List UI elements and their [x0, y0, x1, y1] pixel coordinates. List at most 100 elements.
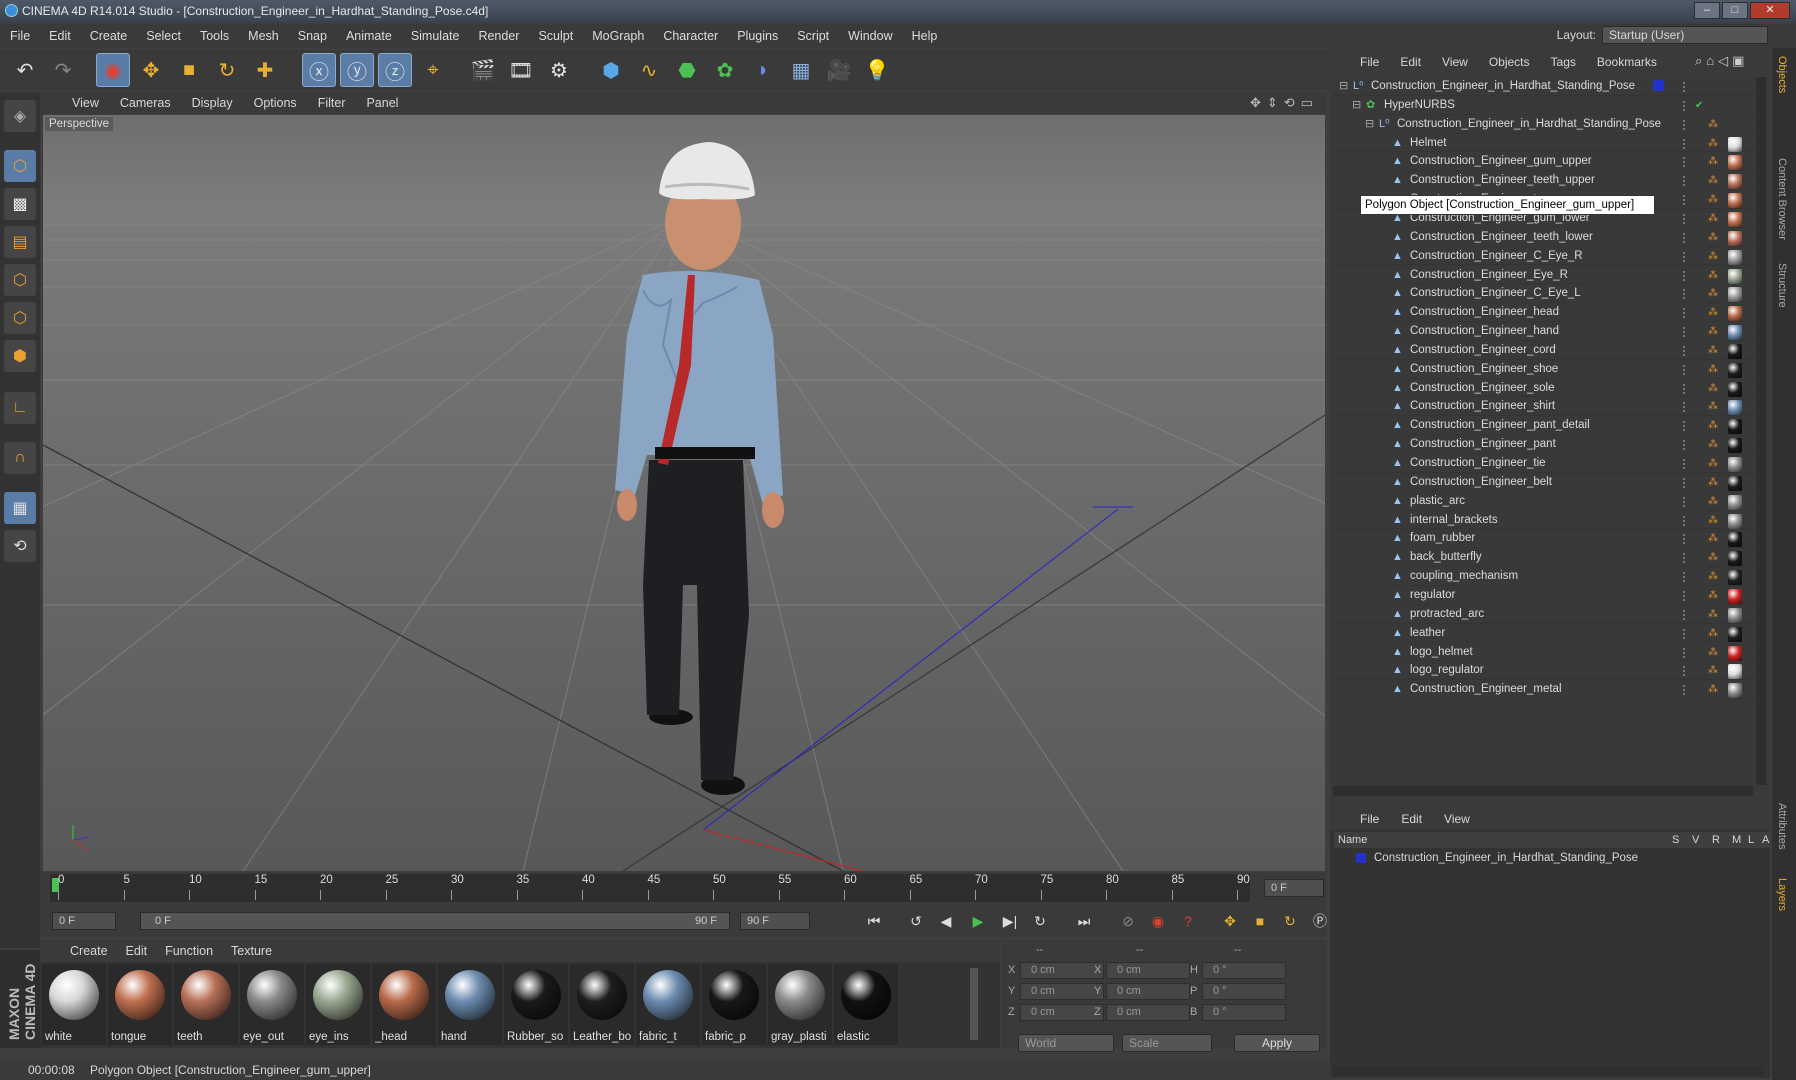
- material-tag-icon[interactable]: [1728, 306, 1742, 322]
- mat-menu-function[interactable]: Function: [165, 944, 213, 958]
- material-swatch[interactable]: teeth: [174, 964, 238, 1045]
- tab-layers[interactable]: Layers: [1776, 878, 1788, 911]
- menu-window[interactable]: Window: [848, 29, 892, 43]
- visibility-dots[interactable]: [1683, 270, 1689, 281]
- tab-structure[interactable]: Structure: [1776, 263, 1788, 308]
- menu-simulate[interactable]: Simulate: [411, 29, 460, 43]
- coord-value-field[interactable]: 0 °: [1202, 962, 1286, 979]
- visibility-dots[interactable]: [1683, 628, 1689, 639]
- model-mode-icon[interactable]: ⬡: [4, 150, 36, 182]
- visibility-dots[interactable]: [1683, 345, 1689, 356]
- visibility-dots[interactable]: [1683, 647, 1689, 658]
- phong-tag-icon[interactable]: ⁂: [1708, 270, 1718, 281]
- object-row[interactable]: ▲ Construction_Engineer_C_Eye_L ⁂: [1333, 284, 1765, 304]
- go-to-end-icon[interactable]: ⏭: [1072, 909, 1096, 933]
- mat-menu-texture[interactable]: Texture: [231, 944, 272, 958]
- layout-dropdown[interactable]: Startup (User): [1602, 26, 1768, 44]
- object-row[interactable]: ▲ Construction_Engineer_head ⁂: [1333, 303, 1765, 323]
- expand-toggle-icon[interactable]: ⊟: [1365, 115, 1374, 133]
- vp-menu-filter[interactable]: Filter: [318, 96, 346, 110]
- vp-menu-view[interactable]: View: [72, 96, 99, 110]
- object-row[interactable]: ▲ Construction_Engineer_shirt ⁂: [1333, 397, 1765, 417]
- object-row[interactable]: ▲ Construction_Engineer_shoe ⁂: [1333, 360, 1765, 379]
- current-frame-field[interactable]: 0 F: [1264, 879, 1324, 897]
- snap-icon[interactable]: ▦: [4, 492, 36, 524]
- object-row[interactable]: ▲ Construction_Engineer_sole ⁂: [1333, 379, 1765, 398]
- world-dropdown[interactable]: World: [1018, 1034, 1114, 1052]
- frame-range-slider[interactable]: 0 F 90 F: [140, 912, 730, 930]
- material-tag-icon[interactable]: [1728, 381, 1742, 397]
- lm-menu-view[interactable]: View: [1444, 812, 1470, 826]
- material-tag-icon[interactable]: [1728, 400, 1742, 416]
- object-row[interactable]: ▲ plastic_arc ⁂: [1333, 492, 1765, 511]
- rotation-key-icon[interactable]: ↻: [1278, 909, 1302, 933]
- object-row[interactable]: ▲ Construction_Engineer_tie ⁂: [1333, 454, 1765, 473]
- expand-toggle-icon[interactable]: ⊟: [1339, 77, 1348, 95]
- material-tag-icon[interactable]: [1728, 419, 1742, 435]
- move-icon[interactable]: ✥: [134, 53, 168, 87]
- material-swatch[interactable]: elastic: [834, 964, 898, 1045]
- material-tag-icon[interactable]: [1728, 211, 1742, 227]
- parameter-key-icon[interactable]: Ⓟ: [1308, 909, 1332, 933]
- y-axis-lock-icon[interactable]: ⓨ: [340, 53, 374, 87]
- phong-tag-icon[interactable]: ⁂: [1708, 459, 1718, 469]
- material-tag-icon[interactable]: [1728, 438, 1742, 454]
- perspective-viewport[interactable]: Perspective: [43, 115, 1325, 871]
- menu-tools[interactable]: Tools: [200, 29, 229, 43]
- phong-tag-icon[interactable]: ⁂: [1708, 345, 1718, 356]
- play-forward-icon[interactable]: ▶: [966, 909, 990, 933]
- coord-value-field[interactable]: 0 cm: [1020, 983, 1104, 1000]
- phong-tag-icon[interactable]: ⁂: [1708, 496, 1718, 507]
- menu-character[interactable]: Character: [663, 29, 718, 43]
- layer-row[interactable]: Construction_Engineer_in_Hardhat_Standin…: [1340, 849, 1760, 867]
- start-frame-field[interactable]: 0 F: [52, 912, 116, 930]
- lm-horizontal-scrollbar[interactable]: [1333, 1066, 1763, 1076]
- phong-tag-icon[interactable]: ⁂: [1708, 628, 1718, 639]
- phong-tag-icon[interactable]: ⁂: [1708, 232, 1718, 243]
- previous-frame-icon[interactable]: ◀: [934, 909, 958, 933]
- recent-tools-icon[interactable]: ✚: [248, 53, 282, 87]
- material-tag-icon[interactable]: [1728, 551, 1742, 567]
- vp-menu-panel[interactable]: Panel: [366, 96, 398, 110]
- phong-tag-icon[interactable]: ⁂: [1708, 138, 1718, 149]
- phong-tag-icon[interactable]: ⁂: [1708, 609, 1718, 620]
- visibility-dots[interactable]: [1683, 440, 1689, 451]
- object-row[interactable]: ▲ Construction_Engineer_teeth_lower ⁂: [1333, 228, 1765, 247]
- scale-icon[interactable]: ■: [172, 53, 206, 87]
- render-settings-icon[interactable]: ⚙: [542, 53, 576, 87]
- object-row[interactable]: ▲ logo_helmet ⁂: [1333, 643, 1765, 662]
- deformer-icon[interactable]: ◗: [746, 53, 780, 87]
- visibility-dots[interactable]: [1683, 572, 1689, 583]
- visibility-dots[interactable]: [1683, 213, 1689, 224]
- material-scrollbar[interactable]: [970, 968, 978, 1040]
- visibility-dots[interactable]: [1683, 553, 1689, 564]
- phong-tag-icon[interactable]: ⁂: [1708, 402, 1718, 412]
- menu-mesh[interactable]: Mesh: [248, 29, 279, 43]
- material-tag-icon[interactable]: [1728, 683, 1742, 699]
- coord-value-field[interactable]: 0 cm: [1020, 962, 1104, 979]
- menu-animate[interactable]: Animate: [346, 29, 392, 43]
- object-row[interactable]: ▲ Construction_Engineer_pant ⁂: [1333, 435, 1765, 454]
- material-tag-icon[interactable]: [1728, 645, 1742, 661]
- material-tag-icon[interactable]: [1728, 626, 1742, 642]
- om-menu-bookmarks[interactable]: Bookmarks: [1597, 55, 1657, 69]
- minimize-button[interactable]: –: [1694, 2, 1720, 19]
- material-swatch[interactable]: tongue: [108, 964, 172, 1045]
- material-tag-icon[interactable]: [1728, 193, 1742, 209]
- points-mode-icon[interactable]: ⬡: [4, 264, 36, 296]
- object-row[interactable]: ⊟ L⁰ Construction_Engineer_in_Hardhat_Stan…: [1333, 115, 1765, 134]
- object-row[interactable]: ▲ protracted_arc ⁂: [1333, 605, 1765, 624]
- nurbs-icon[interactable]: ⬣: [670, 53, 704, 87]
- phong-tag-icon[interactable]: ⁂: [1708, 477, 1718, 488]
- coord-value-field[interactable]: 0 cm: [1106, 983, 1190, 1000]
- workplane-mode-icon[interactable]: ▤: [4, 226, 36, 258]
- tweak-mode-icon[interactable]: ∩: [4, 442, 36, 474]
- lm-menu-edit[interactable]: Edit: [1401, 812, 1422, 826]
- phong-tag-icon[interactable]: ⁂: [1708, 440, 1718, 450]
- material-tag-icon[interactable]: [1728, 174, 1742, 190]
- redo-icon[interactable]: ↷: [46, 53, 80, 87]
- material-tag-icon[interactable]: [1728, 155, 1742, 171]
- visibility-dots[interactable]: [1683, 138, 1689, 149]
- x-axis-lock-icon[interactable]: ⓧ: [302, 53, 336, 87]
- coord-value-field[interactable]: 0 °: [1202, 983, 1286, 1000]
